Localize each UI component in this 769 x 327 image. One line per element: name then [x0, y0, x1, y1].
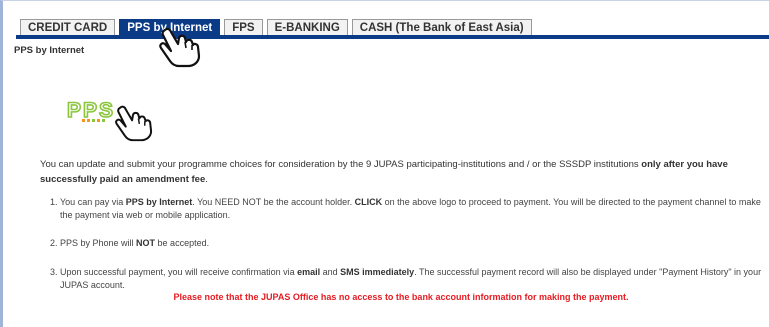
bank-info-notice: Please note that the JUPAS Office has no…: [173, 292, 629, 302]
pointer-hand-icon: [159, 27, 201, 68]
list-bold: NOT: [136, 238, 156, 248]
tab-underline: [16, 35, 769, 39]
svg-text:PPS: PPS: [67, 99, 115, 122]
list-text: . You NEED NOT be the account holder.: [192, 197, 355, 207]
list-bold: email: [297, 267, 321, 277]
list-number: 2.: [50, 238, 58, 248]
tab-credit-card[interactable]: CREDIT CARD: [20, 19, 116, 36]
list-text: PPS by Phone will: [60, 238, 137, 248]
list-text: Upon successful payment, you will receiv…: [60, 267, 298, 277]
intro-text-end: .: [205, 174, 208, 185]
list-number: 1.: [50, 197, 58, 207]
intro-text: You can update and submit your programme…: [40, 159, 642, 170]
list-item: 1. You can pay via PPS by Internet. You …: [50, 196, 762, 222]
list-number: 3.: [50, 267, 58, 277]
payment-method-tabs: CREDIT CARD PPS by Internet FPS E-BANKIN…: [20, 19, 532, 36]
section-title: PPS by Internet: [14, 45, 85, 56]
tab-cash-bea[interactable]: CASH (The Bank of East Asia): [351, 19, 532, 36]
pointer-hand-icon: [115, 105, 153, 142]
list-text: You can pay via: [60, 197, 126, 207]
list-bold: PPS by Internet: [125, 197, 193, 207]
list-item: 3. Upon successful payment, you will rec…: [50, 266, 762, 292]
list-bold: CLICK: [354, 197, 383, 207]
intro-paragraph: You can update and submit your programme…: [40, 157, 762, 187]
tab-fps[interactable]: FPS: [224, 19, 263, 36]
list-text: and: [320, 267, 341, 277]
list-text: be accepted.: [155, 238, 210, 248]
list-bold: SMS immediately: [340, 267, 415, 277]
list-item: 2. PPS by Phone will NOT be accepted.: [50, 237, 762, 250]
tab-e-banking[interactable]: E-BANKING: [266, 19, 348, 36]
